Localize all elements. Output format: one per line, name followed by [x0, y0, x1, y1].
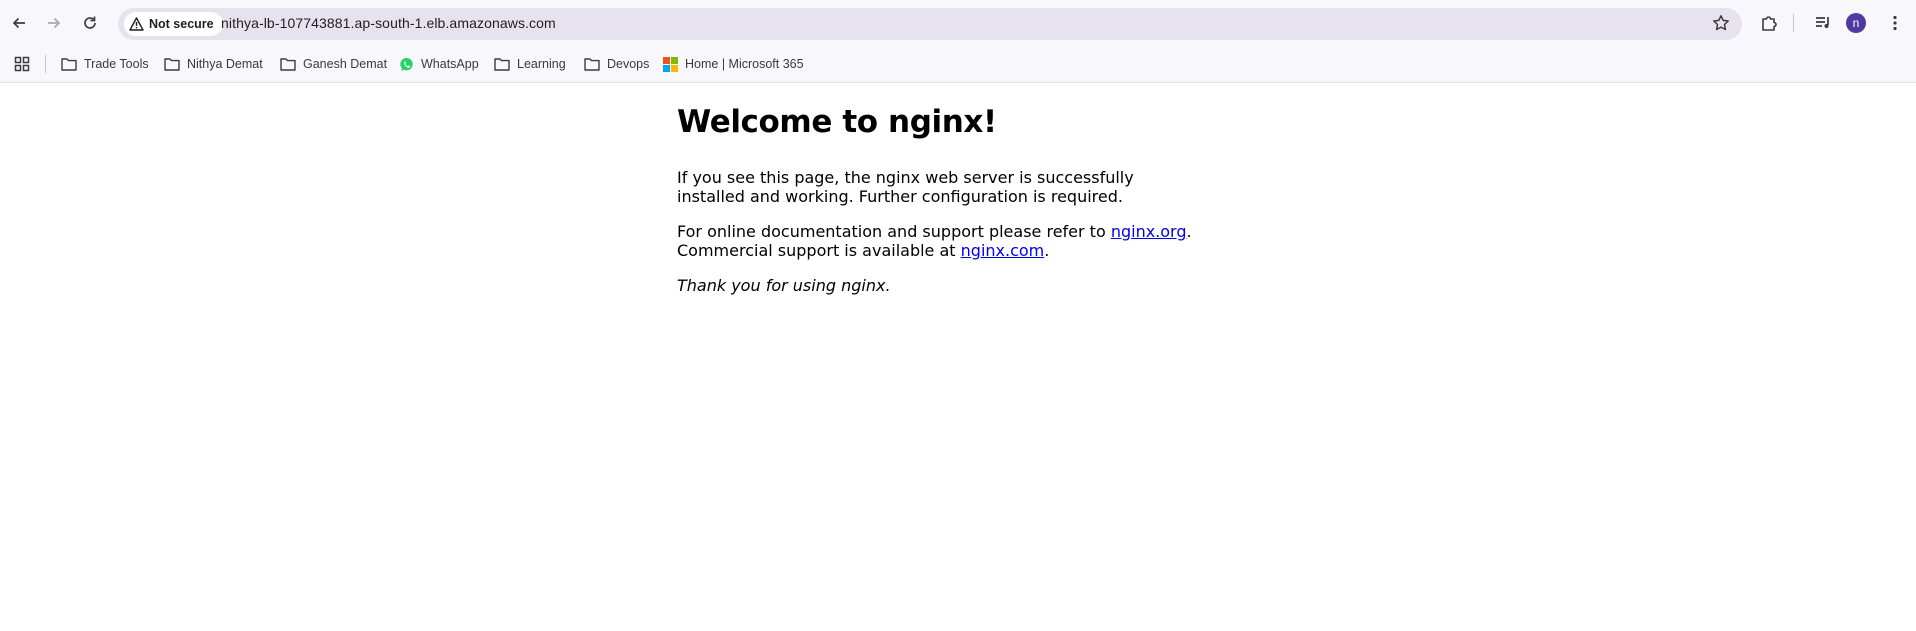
page-content: Welcome to nginx! If you see this page, …: [677, 104, 1197, 295]
reload-icon: [84, 16, 96, 29]
intro-paragraph: If you see this page, the nginx web serv…: [677, 168, 1134, 206]
bookmark-ganesh-demat[interactable]: Ganesh Demat: [280, 53, 387, 75]
microsoft-icon: [663, 56, 678, 72]
bookmark-devops[interactable]: Devops: [584, 53, 649, 75]
back-button[interactable]: [5, 9, 33, 37]
browser-toolbar: Not secure nithya-lb-107743881.ap-south-…: [0, 0, 1916, 46]
docs-paragraph: For online documentation and support ple…: [677, 222, 1197, 260]
url-text[interactable]: nithya-lb-107743881.ap-south-1.elb.amazo…: [221, 15, 556, 31]
docs-period: .: [1186, 222, 1192, 241]
apps-grid-icon: [14, 56, 30, 72]
toolbar-divider: [1793, 14, 1794, 32]
bookmark-label: WhatsApp: [421, 57, 479, 71]
bookmarks-divider: [45, 55, 46, 73]
browser-chrome: Not secure nithya-lb-107743881.ap-south-…: [0, 0, 1916, 83]
bookmark-learning[interactable]: Learning: [494, 53, 566, 75]
browser-menu-button[interactable]: [1882, 10, 1908, 36]
bookmark-label: Trade Tools: [84, 57, 149, 71]
support-text: Commercial support is available at: [677, 241, 961, 260]
star-icon: [1713, 15, 1729, 31]
bookmark-label: Learning: [517, 57, 566, 71]
more-vertical-icon: [1893, 15, 1897, 31]
folder-icon: [61, 58, 77, 71]
extensions-button[interactable]: [1756, 10, 1782, 36]
thanks-text: Thank you for using nginx.: [677, 276, 891, 295]
bookmark-trade-tools[interactable]: Trade Tools: [61, 53, 149, 75]
folder-icon: [584, 58, 600, 71]
bookmark-label: Home | Microsoft 365: [685, 57, 804, 71]
folder-icon: [494, 58, 510, 71]
bookmarks-bar: Trade Tools Nithya Demat Ganesh Demat Wh…: [0, 46, 1916, 82]
bookmark-star-button[interactable]: [1712, 14, 1730, 37]
bookmark-label: Ganesh Demat: [303, 57, 388, 71]
folder-icon: [164, 58, 180, 71]
nginx-org-link[interactable]: nginx.org: [1111, 222, 1187, 241]
puzzle-icon: [1762, 16, 1777, 31]
back-arrow-icon: [12, 17, 25, 29]
page-title: Welcome to nginx!: [677, 104, 997, 140]
forward-button[interactable]: [40, 9, 68, 37]
bookmark-nithya-demat[interactable]: Nithya Demat: [164, 53, 263, 75]
whatsapp-icon: [400, 57, 413, 71]
support-period: .: [1044, 241, 1050, 260]
bookmark-microsoft-365[interactable]: Home | Microsoft 365: [663, 53, 804, 75]
docs-text: For online documentation and support ple…: [677, 222, 1111, 241]
profile-avatar[interactable]: n: [1846, 13, 1866, 33]
bookmark-label: Devops: [607, 57, 650, 71]
security-chip[interactable]: Not secure: [124, 12, 223, 36]
nginx-com-link[interactable]: nginx.com: [961, 241, 1045, 260]
bookmark-label: Nithya Demat: [187, 57, 263, 71]
media-controls-button[interactable]: [1810, 10, 1836, 36]
apps-button[interactable]: [14, 53, 30, 75]
reload-button[interactable]: [76, 9, 104, 37]
security-label: Not secure: [149, 17, 214, 31]
playlist-icon: [1816, 17, 1829, 28]
forward-arrow-icon: [48, 17, 61, 29]
bookmark-whatsapp[interactable]: WhatsApp: [399, 53, 479, 75]
address-bar[interactable]: Not secure nithya-lb-107743881.ap-south-…: [118, 8, 1742, 40]
warning-icon: [129, 17, 144, 31]
folder-icon: [280, 58, 296, 71]
